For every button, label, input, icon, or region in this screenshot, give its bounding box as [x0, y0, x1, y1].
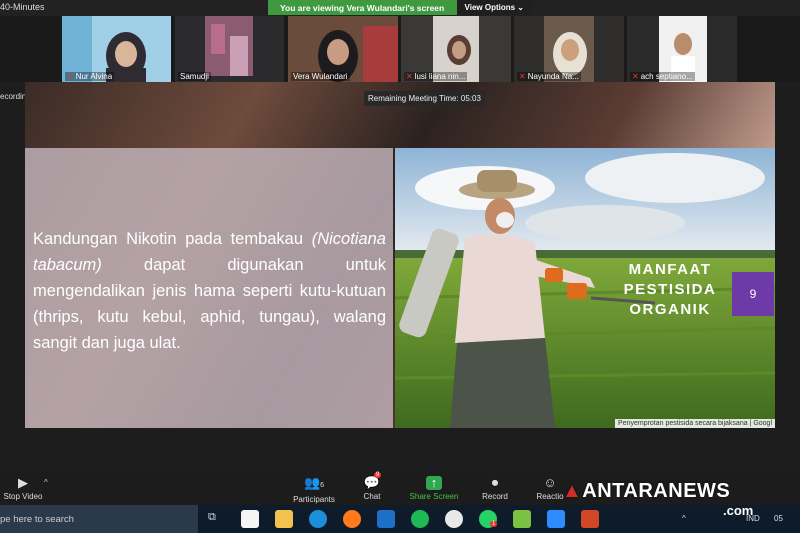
- view-options-button[interactable]: View Options ⌄: [456, 0, 532, 15]
- muted-mic-icon: ✕: [67, 72, 74, 81]
- presentation-slide: Remaining Meeting Time: 05:03 Kandungan …: [25, 82, 775, 428]
- firefox-icon[interactable]: [343, 510, 361, 528]
- slide-title-line: MANFAAT: [628, 261, 712, 278]
- participant-tile-active[interactable]: Vera Wulandari: [288, 16, 398, 82]
- participant-name: ✕ ach septiano...: [630, 72, 695, 81]
- file-explorer-icon[interactable]: [275, 510, 293, 528]
- share-banner-text: You are viewing Vera Wulandari's screen: [268, 0, 457, 15]
- chat-bubble-icon: 💬: [363, 475, 381, 490]
- zoom-window: 40-Minutes You are viewing Vera Wulandar…: [0, 0, 800, 533]
- muted-mic-icon: ✕: [519, 72, 526, 81]
- participant-tile[interactable]: ✕ Nayunda Na...: [514, 16, 624, 82]
- spotify-icon[interactable]: [411, 510, 429, 528]
- watermark-brand: ANTARANEWS: [582, 480, 731, 502]
- powerpoint-icon[interactable]: [581, 510, 599, 528]
- image-caption: Penyemprotan pestisida secara bijaksana …: [615, 419, 775, 428]
- remaining-time-label: Remaining Meeting Time: 05:03: [364, 91, 485, 106]
- participant-name: Vera Wulandari: [291, 72, 350, 81]
- slide-body-text: Kandungan Nikotin pada tembakau (Nicotia…: [33, 226, 386, 356]
- participants-button[interactable]: 👥6 Participants: [288, 472, 340, 505]
- participant-name: Samudji: [178, 72, 211, 81]
- chat-button[interactable]: 💬 9 Chat: [355, 472, 389, 505]
- window-title: 40-Minutes: [0, 2, 45, 12]
- participant-name: ✕ Nur Alvina: [65, 72, 115, 81]
- record-button[interactable]: ⏺ Record: [478, 472, 512, 505]
- chat-label: Chat: [363, 492, 381, 501]
- slide-body-text-part: Kandungan Nikotin pada tembakau: [33, 230, 312, 248]
- taskbar-search-box[interactable]: pe here to search: [0, 505, 198, 533]
- participant-name-text: lusi liana nin...: [414, 72, 466, 81]
- participant-name-text: Vera Wulandari: [293, 72, 348, 81]
- slide-title: MANFAAT PESTISIDA ORGANIK: [600, 260, 740, 320]
- title-bar: 40-Minutes You are viewing Vera Wulandar…: [0, 0, 800, 16]
- participant-tile[interactable]: ✕ lusi liana nin...: [401, 16, 511, 82]
- stop-video-button[interactable]: ▶ Stop Video: [0, 472, 46, 505]
- record-icon: ⏺: [491, 475, 499, 490]
- task-view-icon[interactable]: ⧉: [208, 511, 216, 524]
- participant-name: ✕ lusi liana nin...: [404, 72, 468, 81]
- video-options-caret-icon[interactable]: ^: [44, 478, 48, 487]
- slide-number-badge: 9: [732, 272, 774, 316]
- slide-title-line: ORGANIK: [629, 301, 711, 318]
- edge-icon[interactable]: [309, 510, 327, 528]
- stop-video-label: Stop Video: [3, 492, 43, 501]
- mail-icon[interactable]: [377, 510, 395, 528]
- chrome-icon[interactable]: [445, 510, 463, 528]
- share-screen-icon: ↑: [426, 476, 442, 490]
- watermark-suffix: .com: [723, 503, 754, 518]
- antaranews-watermark: ▲ANTARANEWS: [562, 480, 730, 503]
- zoom-icon[interactable]: [547, 510, 565, 528]
- reactions-label: Reactio: [536, 492, 564, 501]
- slide-text-panel: Kandungan Nikotin pada tembakau (Nicotia…: [25, 148, 393, 428]
- share-screen-label: Share Screen: [409, 492, 459, 501]
- participant-name-text: Nur Alvina: [75, 72, 113, 81]
- shared-screen: ecording Remaining Meeting Time: 05:03 K…: [0, 82, 800, 472]
- participant-strip: ✕ Nur Alvina Samudji Vera Wulandari ✕ lusi…: [0, 16, 800, 82]
- windows-taskbar: pe here to search ⧉ 1 ^ IND 05: [0, 505, 800, 533]
- share-screen-button[interactable]: ↑ Share Screen: [406, 472, 462, 505]
- slide-title-line: PESTISIDA: [623, 281, 717, 298]
- participant-tile[interactable]: ✕ Nur Alvina: [62, 16, 171, 82]
- video-camera-icon: ▶: [18, 475, 28, 490]
- store-icon[interactable]: [241, 510, 259, 528]
- participant-name: ✕ Nayunda Na...: [517, 72, 581, 81]
- record-label: Record: [482, 492, 508, 501]
- slide-photo: MANFAAT PESTISIDA ORGANIK 9 Penyemprotan…: [395, 148, 775, 428]
- participant-name-text: Samudji: [180, 72, 209, 81]
- chevron-up-icon[interactable]: ^: [682, 514, 686, 523]
- participant-tile[interactable]: ✕ ach septiano...: [627, 16, 737, 82]
- participant-name-text: Nayunda Na...: [527, 72, 579, 81]
- antaranews-logo-icon: ▲: [562, 480, 583, 502]
- muted-mic-icon: ✕: [406, 72, 413, 81]
- participant-tile[interactable]: Samudji: [175, 16, 284, 82]
- participant-name-text: ach septiano...: [640, 72, 693, 81]
- participants-icon: 👥6: [303, 475, 325, 490]
- android-app-icon[interactable]: [513, 510, 531, 528]
- clock[interactable]: 05: [774, 514, 783, 523]
- participants-label: Participants: [293, 495, 335, 504]
- muted-mic-icon: ✕: [632, 72, 639, 81]
- share-banner: You are viewing Vera Wulandari's screen …: [268, 0, 532, 15]
- whatsapp-notification-badge: 1: [490, 521, 498, 527]
- participants-count: 6: [320, 482, 325, 489]
